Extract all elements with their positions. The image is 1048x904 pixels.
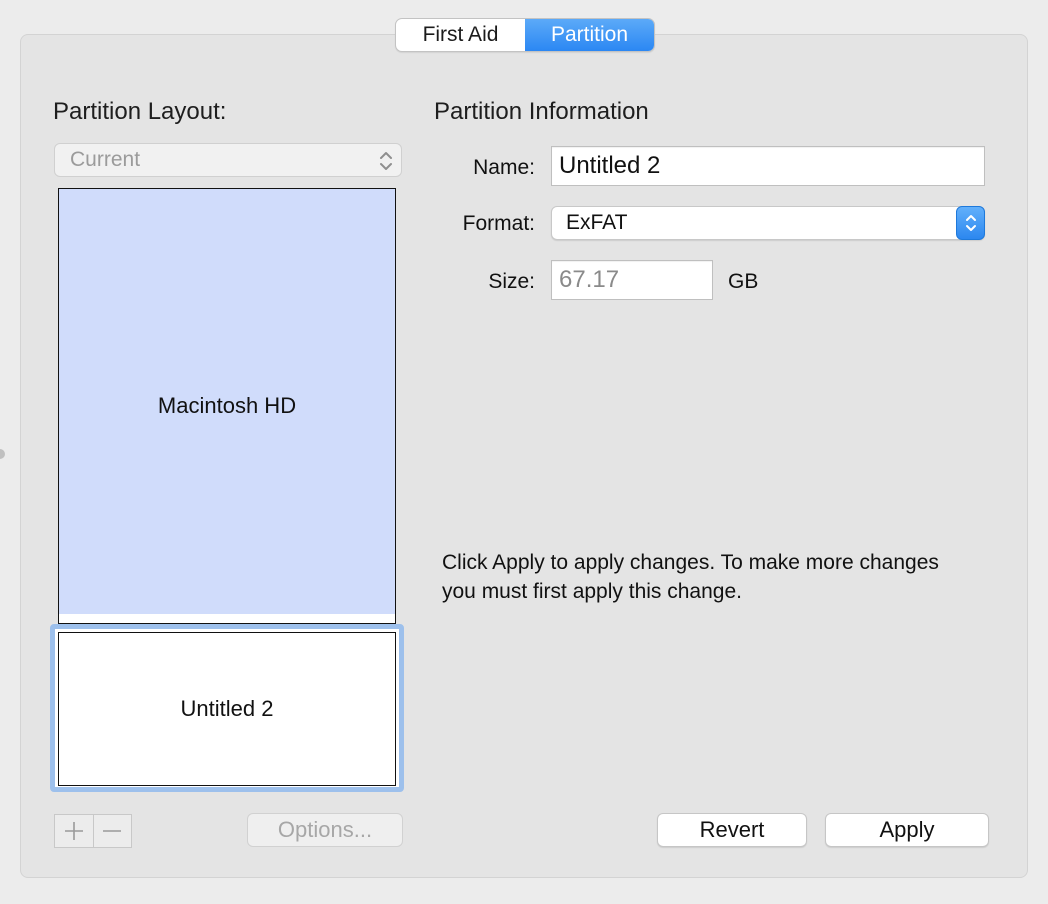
partition-size-field[interactable]: 67.17 [551, 260, 713, 300]
macintosh-hd-free-space [59, 614, 395, 623]
size-unit-label: GB [728, 270, 759, 293]
add-partition-button[interactable] [55, 815, 93, 847]
format-label: Format: [462, 212, 535, 235]
apply-button[interactable]: Apply [825, 813, 989, 847]
partition-macintosh-hd-label: Macintosh HD [157, 393, 297, 418]
up-down-chevron-icon [380, 152, 392, 170]
format-select-button[interactable] [956, 206, 985, 240]
apply-changes-message: Click Apply to apply changes. To make mo… [442, 551, 939, 603]
tab-partition[interactable]: Partition [525, 19, 654, 51]
remove-partition-button[interactable] [92, 815, 132, 847]
format-select[interactable]: ExFAT [551, 206, 985, 240]
partition-layout-heading: Partition Layout: [53, 98, 227, 125]
tab-first-aid[interactable]: First Aid [396, 19, 525, 51]
size-label: Size: [488, 270, 535, 293]
revert-button[interactable]: Revert [657, 813, 807, 847]
partition-untitled-2[interactable]: Untitled 2 [58, 632, 396, 786]
disk-utility-tabs: First Aid Partition [395, 18, 655, 52]
name-label: Name: [473, 156, 535, 179]
up-down-chevron-icon [965, 215, 976, 231]
partition-untitled-2-label: Untitled 2 [180, 696, 274, 721]
plus-icon [64, 822, 83, 840]
format-value: ExFAT [566, 211, 628, 234]
partition-information-heading: Partition Information [434, 98, 649, 125]
partition-layout-select: Current [54, 143, 402, 177]
options-button[interactable]: Options... [247, 813, 403, 847]
add-remove-partition-control [54, 814, 132, 848]
partition-name-field[interactable]: Untitled 2 [551, 146, 985, 186]
minus-icon [103, 830, 122, 832]
partition-layout-value: Current [70, 148, 141, 171]
disk-utility-partition-sheet: First Aid Partition Partition Layout: Cu… [0, 0, 1048, 904]
partition-macintosh-hd[interactable]: Macintosh HD [58, 188, 396, 624]
window-edge-handle [0, 449, 5, 459]
